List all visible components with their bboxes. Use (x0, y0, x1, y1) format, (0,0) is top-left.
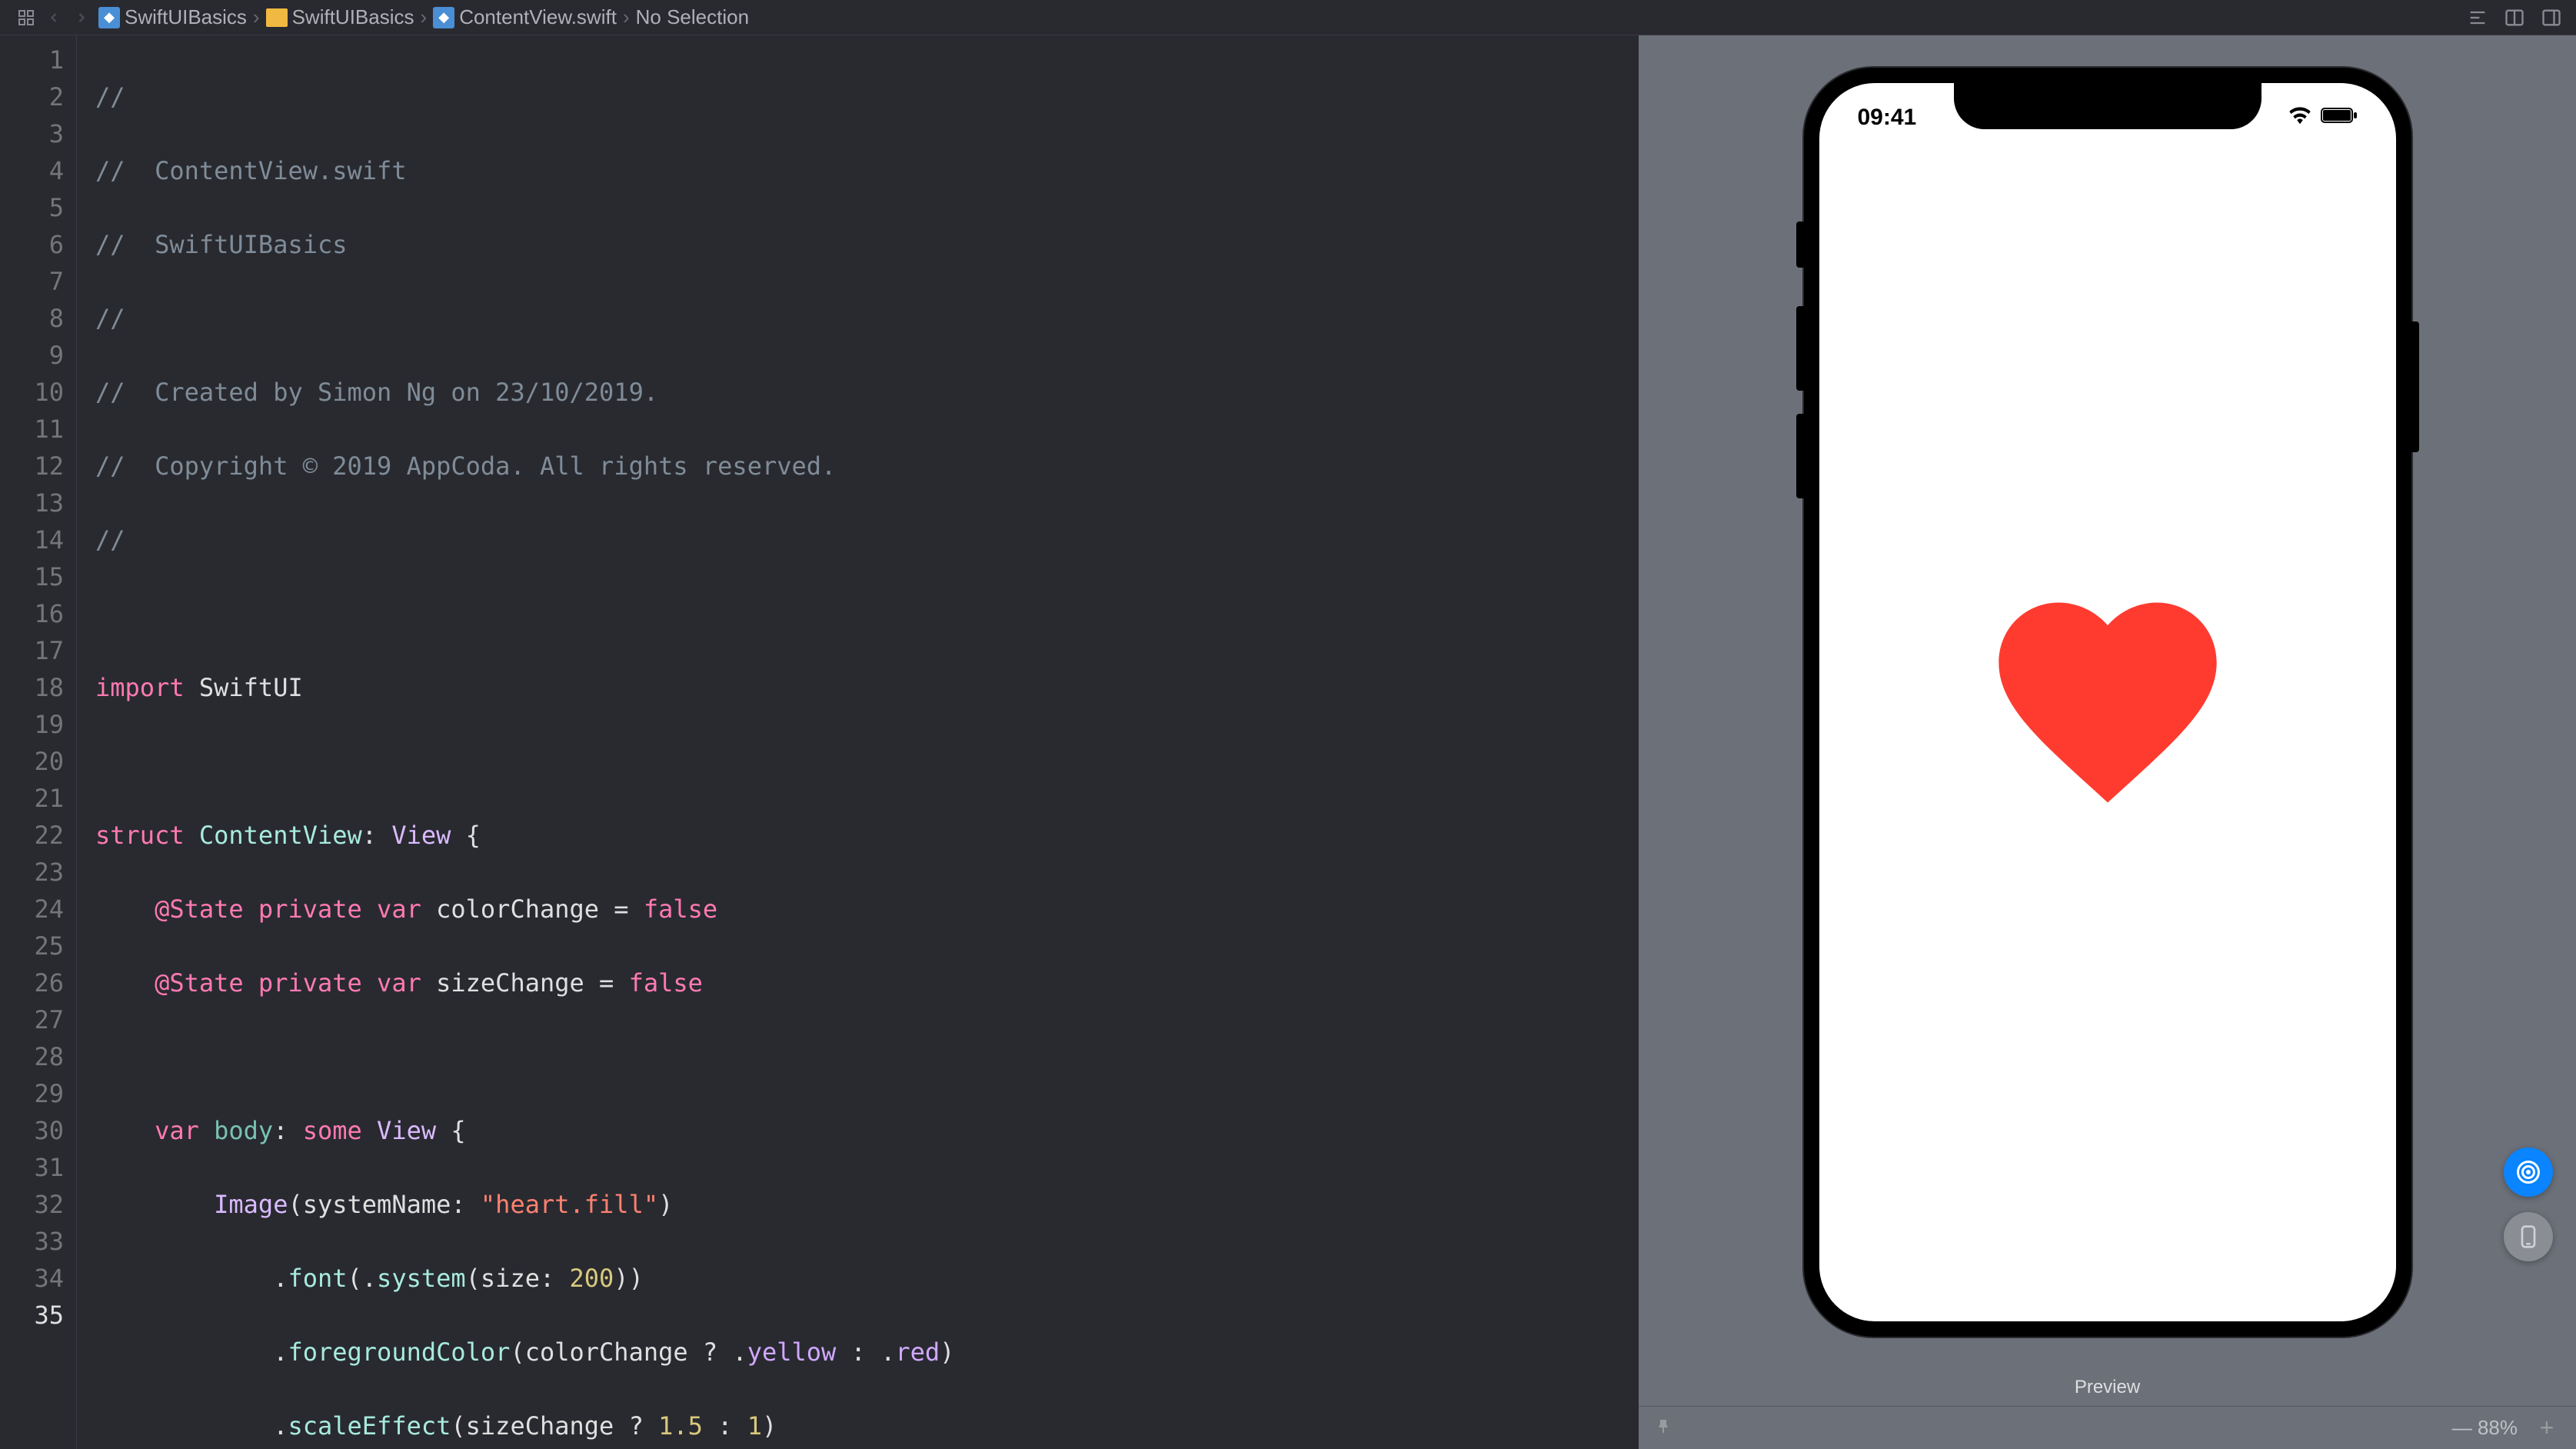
swift-file-icon: ◆ (98, 7, 120, 28)
editor-toolbar-right (2465, 5, 2564, 30)
zoom-in-button[interactable]: + (2533, 1414, 2561, 1442)
adjust-editor-icon[interactable] (2465, 5, 2490, 30)
breadcrumb-bar: ◆ SwiftUIBasics › SwiftUIBasics › ◆ Cont… (0, 0, 2576, 35)
phone-mute-switch (1796, 222, 1804, 268)
pin-icon[interactable] (1654, 1416, 1672, 1441)
heart-fill-icon (1977, 570, 2238, 831)
line-gutter: 1 2 3 4 5 6 7 8 9 10 11 12 13 14 15 16 1… (0, 35, 77, 1449)
folder-icon (266, 8, 288, 27)
battery-icon (2321, 105, 2358, 131)
preview-footer: — 88% + (1639, 1406, 2576, 1449)
breadcrumb-file[interactable]: ◆ ContentView.swift (430, 5, 620, 29)
wifi-icon (2288, 105, 2311, 131)
preview-pane: 09:41 (1639, 35, 2576, 1449)
editor-options-icon[interactable] (2539, 5, 2564, 30)
code-area[interactable]: 1 2 3 4 5 6 7 8 9 10 11 12 13 14 15 16 1… (0, 35, 1639, 1449)
chevron-right-icon: › (421, 5, 428, 29)
main-content: 1 2 3 4 5 6 7 8 9 10 11 12 13 14 15 16 1… (0, 35, 2576, 1449)
iphone-frame: 09:41 (1804, 68, 2411, 1337)
status-time: 09:41 (1858, 105, 1917, 131)
add-editor-icon[interactable] (2502, 5, 2527, 30)
swift-file-icon: ◆ (433, 7, 454, 28)
zoom-level[interactable]: — 88% (2452, 1416, 2518, 1440)
preview-on-device-button[interactable] (2504, 1212, 2553, 1261)
phone-notch (1954, 83, 2261, 129)
phone-screen[interactable]: 09:41 (1819, 83, 2396, 1321)
heart-image[interactable] (1977, 570, 2238, 834)
breadcrumb-label: SwiftUIBasics (125, 5, 247, 29)
preview-floating-controls (2504, 1148, 2553, 1261)
live-preview-button[interactable] (2504, 1148, 2553, 1197)
related-items-icon[interactable] (12, 4, 40, 32)
phone-volume-down (1796, 414, 1804, 498)
breadcrumb-label: SwiftUIBasics (292, 5, 414, 29)
chevron-right-icon: › (253, 5, 260, 29)
breadcrumb-selection[interactable]: No Selection (633, 5, 752, 29)
preview-viewport[interactable]: 09:41 (1639, 35, 2576, 1369)
preview-label: Preview (1639, 1369, 2576, 1406)
back-button[interactable] (40, 4, 68, 32)
breadcrumb-project[interactable]: ◆ SwiftUIBasics (95, 5, 250, 29)
breadcrumb-label: ContentView.swift (459, 5, 617, 29)
breadcrumb-label: No Selection (636, 5, 749, 29)
code-text[interactable]: // // ContentView.swift // SwiftUIBasics… (77, 35, 1639, 1449)
chevron-right-icon: › (623, 5, 630, 29)
phone-volume-up (1796, 306, 1804, 391)
forward-button[interactable] (68, 4, 95, 32)
breadcrumb-folder[interactable]: SwiftUIBasics (263, 5, 418, 29)
code-editor-pane: 1 2 3 4 5 6 7 8 9 10 11 12 13 14 15 16 1… (0, 35, 1639, 1449)
phone-power-button (2411, 321, 2419, 452)
